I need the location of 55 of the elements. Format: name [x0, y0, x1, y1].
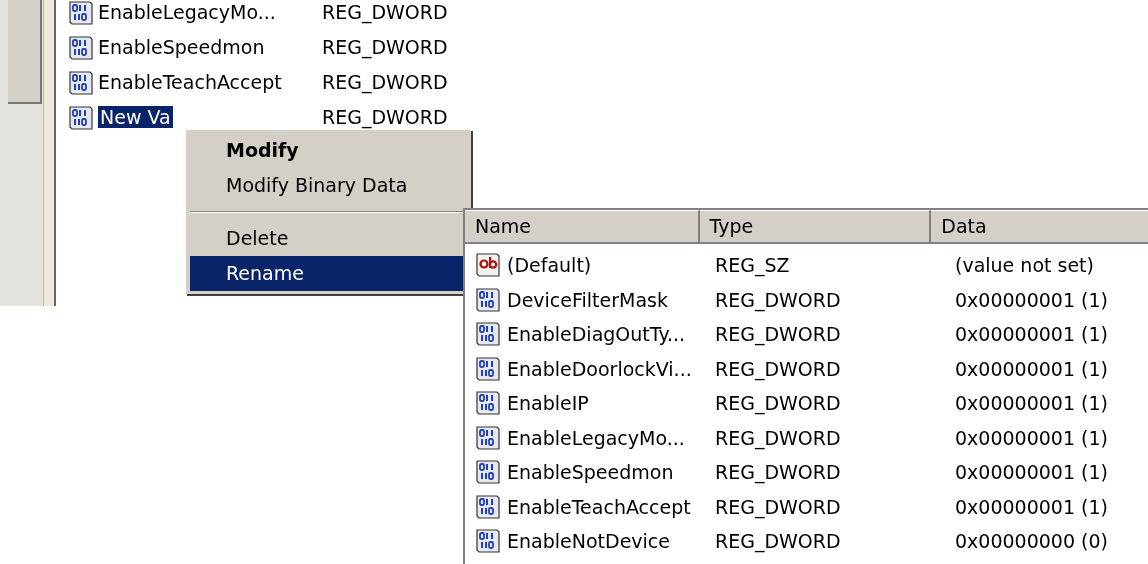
value-name[interactable]: EnableNotDevice [507, 527, 715, 556]
binary-value-icon [68, 34, 94, 61]
value-data: 0x00000001 (1) [955, 494, 1108, 520]
value-type: REG_DWORD [715, 287, 842, 314]
value-data: 0x00000001 (1) [955, 356, 1108, 382]
column-header[interactable]: Name [465, 210, 700, 244]
value-type: REG_DWORD [322, 105, 448, 131]
value-data: 0x00000001 (1) [955, 322, 1108, 347]
binary-value-icon [475, 459, 501, 486]
binary-value-icon [475, 390, 501, 417]
value-name[interactable]: EnableDiagOutTy... [507, 320, 715, 349]
value-name[interactable]: EnableSpeedmon [98, 33, 322, 62]
binary-value-icon [68, 104, 94, 131]
value-type: REG_DWORD [322, 0, 448, 26]
value-data: 0x00000001 (1) [955, 460, 1108, 485]
binary-value-icon [475, 286, 501, 313]
string-value-icon [475, 252, 501, 279]
binary-value-icon [68, 0, 94, 26]
menu-item[interactable]: Modify [190, 133, 467, 168]
value-name[interactable]: EnableDoorlockVi... [507, 354, 715, 383]
binary-value-icon [475, 493, 501, 520]
value-data: 0x00000001 (1) [955, 391, 1108, 416]
column-header[interactable]: Type [699, 210, 932, 244]
value-name[interactable]: EnableTeachAccept [507, 492, 715, 521]
value-name[interactable]: EnableLegacyMo... [507, 423, 715, 452]
value-type: REG_DWORD [322, 35, 448, 61]
menu-item[interactable]: Modify Binary Data [190, 168, 467, 203]
value-name[interactable]: EnableIP [507, 389, 715, 418]
value-name[interactable]: New Va [98, 103, 322, 132]
value-data: 0x00000000 (0) [955, 529, 1108, 554]
value-name[interactable]: DeviceFilterMask [507, 285, 715, 314]
scrollbar-thumb[interactable] [8, 0, 42, 104]
value-type: REG_DWORD [715, 529, 842, 555]
value-type: REG_DWORD [715, 425, 842, 452]
value-type: REG_DWORD [715, 460, 842, 486]
value-name[interactable]: EnableSpeedmon [507, 458, 715, 487]
binary-value-icon [68, 69, 94, 96]
value-type: REG_DWORD [715, 356, 842, 383]
value-name[interactable]: EnableTeachAccept [98, 68, 322, 97]
value-type: REG_DWORD [715, 322, 842, 348]
column-header[interactable]: Data [931, 210, 1148, 244]
value-name[interactable]: (Default) [507, 251, 715, 280]
value-type: REG_SZ [715, 253, 791, 279]
binary-value-icon [475, 528, 501, 555]
value-type: REG_DWORD [715, 494, 842, 521]
value-data: 0x00000001 (1) [955, 425, 1108, 451]
binary-value-icon [475, 424, 501, 451]
value-type: REG_DWORD [715, 391, 842, 417]
value-name[interactable]: EnableLegacyMo... [98, 0, 322, 27]
value-data: (value not set) [955, 253, 1094, 278]
value-type: REG_DWORD [322, 70, 448, 96]
binary-value-icon [475, 321, 501, 348]
binary-value-icon [475, 355, 501, 382]
value-data: 0x00000001 (1) [955, 287, 1108, 313]
menu-item[interactable]: Delete [190, 221, 467, 256]
